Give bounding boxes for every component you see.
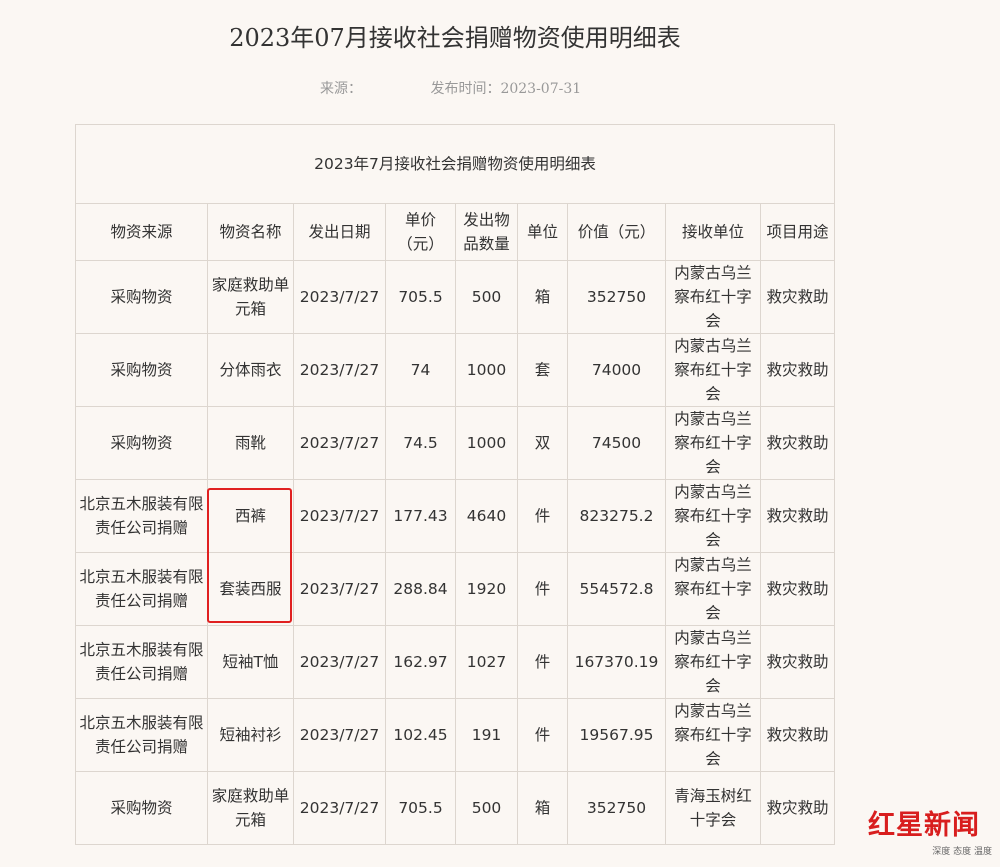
table-cell: 采购物资 xyxy=(75,771,208,845)
table-cell: 74500 xyxy=(567,406,666,480)
table-row: 北京五木服装有限责任公司捐赠 套装西服 2023/7/27 288.84 1920 件 55… xyxy=(75,552,836,626)
table-cell: 352750 xyxy=(567,771,666,845)
publish-time: 发布时间：2023-07-31 xyxy=(430,81,582,97)
table-cell: 采购物资 xyxy=(75,333,208,407)
table-cell: 北京五木服装有限责任公司捐赠 xyxy=(75,625,208,699)
table-cell: 内蒙古乌兰察布红十字会 xyxy=(665,260,761,334)
table-cell: 2023/7/27 xyxy=(293,260,386,334)
table-cell: 2023/7/27 xyxy=(293,406,386,480)
table-cell: 救灾救助 xyxy=(759,698,836,772)
table-cell: 500 xyxy=(455,771,518,845)
table-cell: 2023/7/27 xyxy=(293,479,386,553)
table-cell: 191 xyxy=(455,698,518,772)
table-cell: 件 xyxy=(517,479,568,553)
header-cell: 发出物品数量 xyxy=(455,203,518,261)
table-cell: 74 xyxy=(385,333,456,407)
table-cell: 705.5 xyxy=(385,260,456,334)
table-cell: 套 xyxy=(517,333,568,407)
table-caption: 2023年7月接收社会捐赠物资使用明细表 xyxy=(74,124,836,204)
article-meta: 来源： 发布时间：2023-07-31 xyxy=(320,78,581,98)
table-cell: 救灾救助 xyxy=(759,771,836,845)
header-cell: 单价（元） xyxy=(385,203,456,261)
table-cell: 件 xyxy=(517,552,568,626)
table-cell: 采购物资 xyxy=(75,260,208,334)
table-cell: 短袖衬衫 xyxy=(207,698,294,772)
table-cell: 件 xyxy=(517,625,568,699)
table-cell: 救灾救助 xyxy=(759,552,836,626)
table-cell: 救灾救助 xyxy=(759,406,836,480)
table-cell: 177.43 xyxy=(385,479,456,553)
table-cell: 北京五木服装有限责任公司捐赠 xyxy=(75,479,208,553)
table-cell: 内蒙古乌兰察布红十字会 xyxy=(665,625,761,699)
table-cell: 雨靴 xyxy=(207,406,294,480)
table-cell: 箱 xyxy=(517,260,568,334)
table-cell: 北京五木服装有限责任公司捐赠 xyxy=(75,698,208,772)
table-cell: 救灾救助 xyxy=(759,625,836,699)
table-cell: 内蒙古乌兰察布红十字会 xyxy=(665,552,761,626)
header-cell: 单位 xyxy=(517,203,568,261)
page-title: 2023年07月接收社会捐赠物资使用明细表 xyxy=(229,24,681,52)
table-cell: 内蒙古乌兰察布红十字会 xyxy=(665,333,761,407)
table-cell: 823275.2 xyxy=(567,479,666,553)
table-cell: 554572.8 xyxy=(567,552,666,626)
table-cell: 采购物资 xyxy=(75,406,208,480)
table-cell: 1920 xyxy=(455,552,518,626)
table-cell: 352750 xyxy=(567,260,666,334)
table-cell: 2023/7/27 xyxy=(293,552,386,626)
table-cell: 1000 xyxy=(455,333,518,407)
header-cell: 物资来源 xyxy=(75,203,208,261)
table-row: 采购物资 家庭救助单元箱 2023/7/27 705.5 500 箱 352750 内蒙古乌兰… xyxy=(75,260,836,334)
table-cell: 分体雨衣 xyxy=(207,333,294,407)
table-cell: 2023/7/27 xyxy=(293,771,386,845)
donation-table: 2023年7月接收社会捐赠物资使用明细表 物资来源 物资名称 发出日期 单价（元… xyxy=(74,124,836,845)
table-cell: 箱 xyxy=(517,771,568,845)
table-row: 采购物资 雨靴 2023/7/27 74.5 1000 双 74500 内蒙古乌兰察布红十字会… xyxy=(75,406,836,480)
table-cell: 1027 xyxy=(455,625,518,699)
table-cell: 短袖T恤 xyxy=(207,625,294,699)
header-cell: 项目用途 xyxy=(759,203,836,261)
table-cell: 4640 xyxy=(455,479,518,553)
table-cell: 102.45 xyxy=(385,698,456,772)
header-cell: 发出日期 xyxy=(293,203,386,261)
table-cell: 双 xyxy=(517,406,568,480)
table-row: 采购物资 家庭救助单元箱 2023/7/27 705.5 500 箱 352750 青海玉树红… xyxy=(75,771,836,845)
table-cell: 162.97 xyxy=(385,625,456,699)
table-cell: 青海玉树红十字会 xyxy=(665,771,761,845)
table-cell: 套装西服 xyxy=(207,552,294,626)
table-cell: 2023/7/27 xyxy=(293,333,386,407)
table-cell: 救灾救助 xyxy=(759,479,836,553)
table-cell: 2023/7/27 xyxy=(293,698,386,772)
table-row: 北京五木服装有限责任公司捐赠 西裤 2023/7/27 177.43 4640 件 8232… xyxy=(75,479,836,553)
table-cell: 500 xyxy=(455,260,518,334)
logo-slogan: 深度 态度 温度 xyxy=(932,847,992,857)
table-cell: 74.5 xyxy=(385,406,456,480)
header-cell: 接收单位 xyxy=(665,203,761,261)
table-cell: 西裤 xyxy=(207,479,294,553)
table-cell: 救灾救助 xyxy=(759,260,836,334)
table-cell: 74000 xyxy=(567,333,666,407)
table-row: 采购物资 分体雨衣 2023/7/27 74 1000 套 74000 内蒙古乌兰察布红十字会… xyxy=(75,333,836,407)
table-cell: 救灾救助 xyxy=(759,333,836,407)
table-cell: 705.5 xyxy=(385,771,456,845)
logo-text: 红星新闻 xyxy=(868,810,980,841)
table-cell: 内蒙古乌兰察布红十字会 xyxy=(665,479,761,553)
table-row: 北京五木服装有限责任公司捐赠 短袖衬衫 2023/7/27 102.45 191 件 195… xyxy=(75,698,836,772)
table-header-row: 物资来源 物资名称 发出日期 单价（元） 发出物品数量 单位 价值（元） 接收单… xyxy=(75,203,836,261)
table-cell: 内蒙古乌兰察布红十字会 xyxy=(665,698,761,772)
table-cell: 2023/7/27 xyxy=(293,625,386,699)
hongxing-news-logo: 红星新闻 深度 态度 温度 xyxy=(868,810,996,862)
header-cell: 价值（元） xyxy=(567,203,666,261)
table-cell: 19567.95 xyxy=(567,698,666,772)
table-row: 北京五木服装有限责任公司捐赠 短袖T恤 2023/7/27 162.97 1027 件 16… xyxy=(75,625,836,699)
table-cell: 家庭救助单元箱 xyxy=(207,260,294,334)
source-label: 来源： xyxy=(320,81,362,97)
table-cell: 件 xyxy=(517,698,568,772)
table-cell: 内蒙古乌兰察布红十字会 xyxy=(665,406,761,480)
table-cell: 167370.19 xyxy=(567,625,666,699)
table-cell: 北京五木服装有限责任公司捐赠 xyxy=(75,552,208,626)
table-cell: 家庭救助单元箱 xyxy=(207,771,294,845)
table-cell: 288.84 xyxy=(385,552,456,626)
header-cell: 物资名称 xyxy=(207,203,294,261)
table-cell: 1000 xyxy=(455,406,518,480)
